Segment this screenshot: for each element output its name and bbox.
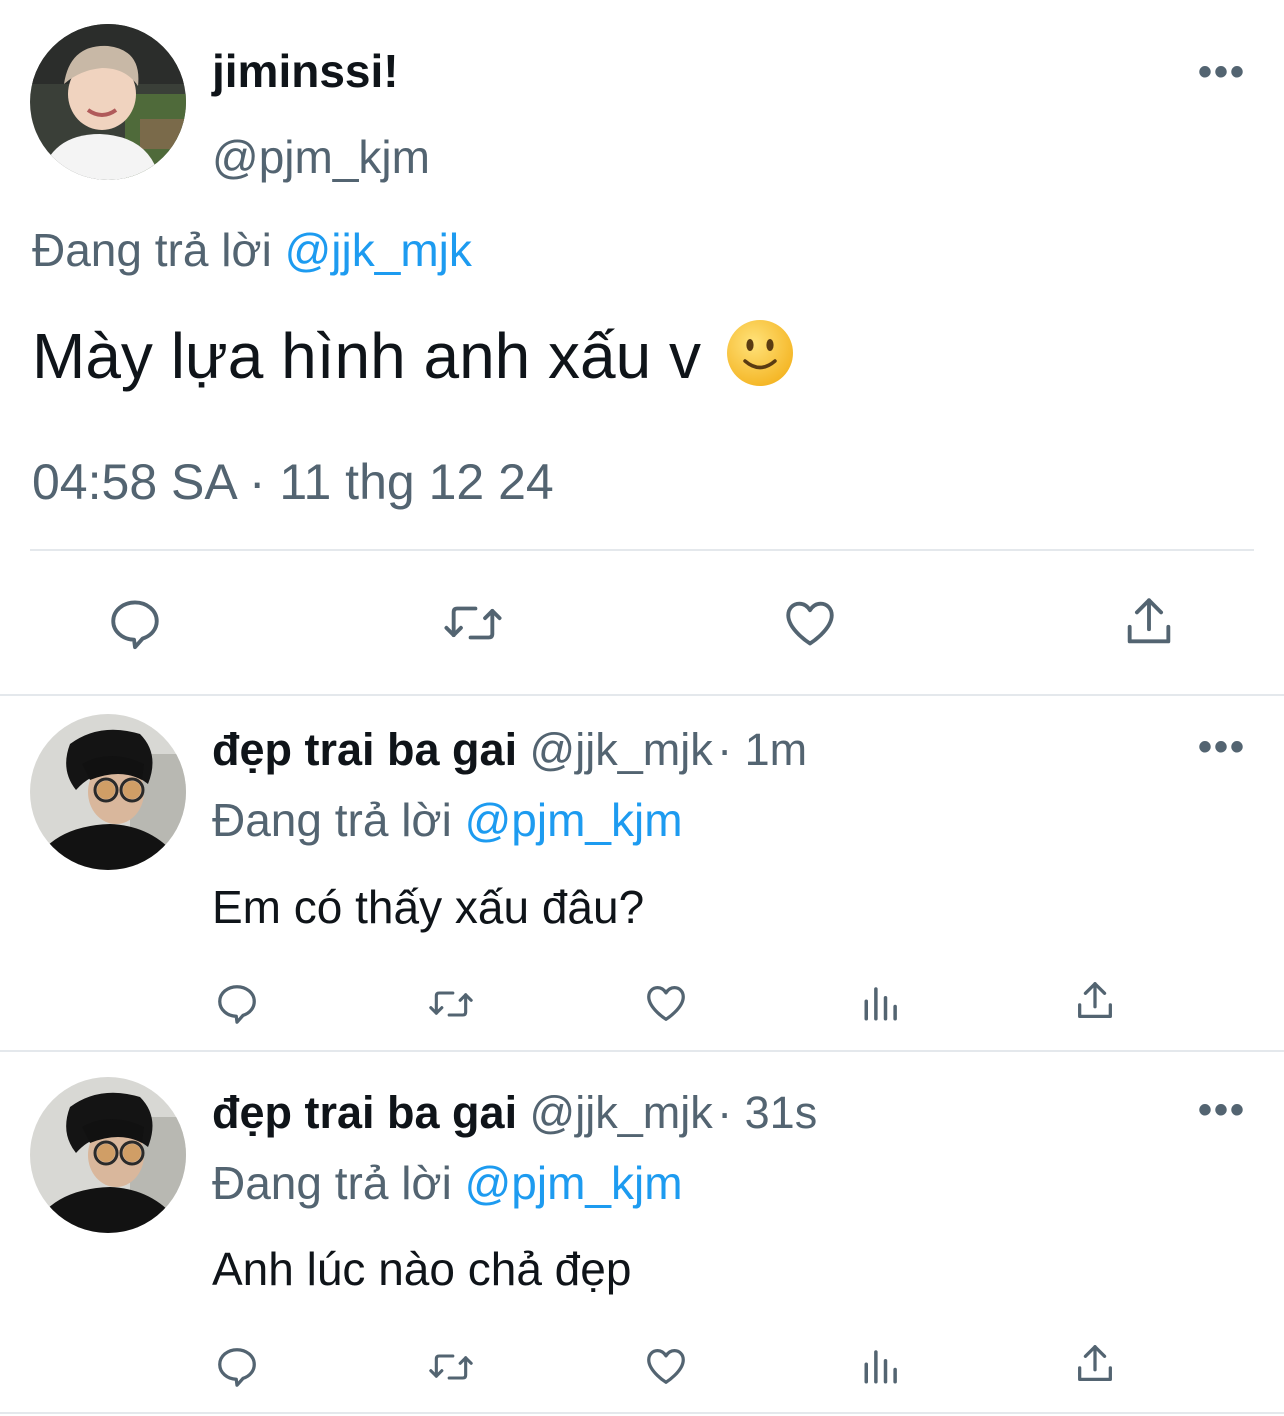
main-avatar[interactable]: [30, 24, 186, 180]
divider: [0, 1412, 1284, 1414]
retweet-icon[interactable]: [440, 594, 506, 652]
main-display-name[interactable]: jiminssi!: [212, 44, 399, 98]
reply-handle[interactable]: @jjk_mjk: [530, 724, 713, 775]
views-icon[interactable]: [860, 1345, 904, 1387]
more-options-icon[interactable]: •••: [1198, 727, 1246, 767]
main-timestamp[interactable]: 04:58 SA · 11 thg 12 24: [32, 453, 554, 511]
reply-replying-to: Đang trả lời @pjm_kjm: [212, 793, 683, 847]
reply-display-name[interactable]: đẹp trai ba gai: [212, 1087, 517, 1138]
reply-text: Em có thấy xấu đâu?: [212, 881, 645, 933]
reply-display-name[interactable]: đẹp trai ba gai: [212, 724, 517, 775]
reply-avatar[interactable]: [30, 714, 186, 870]
slightly-smiling-face-icon: [725, 318, 795, 388]
retweet-icon[interactable]: [424, 1345, 478, 1389]
divider: [0, 694, 1284, 696]
views-icon[interactable]: [860, 982, 904, 1024]
replying-prefix: Đang trả lời: [212, 794, 452, 846]
replying-mention[interactable]: @pjm_kjm: [465, 1157, 683, 1209]
main-replying-to: Đang trả lời @jjk_mjk: [32, 223, 472, 277]
tweet-text: Mày lựa hình anh xấu v: [32, 320, 701, 392]
share-icon[interactable]: [1072, 1341, 1118, 1387]
reply-icon[interactable]: [106, 594, 164, 652]
share-icon[interactable]: [1072, 978, 1118, 1024]
more-options-icon[interactable]: •••: [1198, 52, 1246, 92]
reply-avatar[interactable]: [30, 1077, 186, 1233]
divider: [30, 549, 1254, 551]
reply-icon[interactable]: [214, 980, 260, 1026]
main-handle[interactable]: @pjm_kjm: [212, 130, 430, 184]
reply-header: đẹp trai ba gai @jjk_mjk · 31s: [212, 1087, 817, 1139]
replying-mention[interactable]: @pjm_kjm: [465, 794, 683, 846]
reply-header: đẹp trai ba gai @jjk_mjk · 1m: [212, 724, 807, 776]
replying-prefix: Đang trả lời: [32, 224, 272, 276]
more-options-icon[interactable]: •••: [1198, 1090, 1246, 1130]
reply-time[interactable]: · 1m: [717, 724, 807, 775]
retweet-icon[interactable]: [424, 982, 478, 1026]
reply-icon[interactable]: [214, 1343, 260, 1389]
like-icon[interactable]: [642, 980, 690, 1026]
divider: [0, 1050, 1284, 1052]
reply-text: Anh lúc nào chả đẹp: [212, 1243, 632, 1295]
replying-mention[interactable]: @jjk_mjk: [285, 224, 472, 276]
like-icon[interactable]: [642, 1343, 690, 1389]
like-icon[interactable]: [780, 594, 840, 652]
share-icon[interactable]: [1120, 592, 1178, 652]
main-tweet-text: Mày lựa hình anh xấu v: [32, 318, 795, 393]
replying-prefix: Đang trả lời: [212, 1157, 452, 1209]
reply-handle[interactable]: @jjk_mjk: [530, 1087, 713, 1138]
reply-replying-to: Đang trả lời @pjm_kjm: [212, 1156, 683, 1210]
reply-time[interactable]: · 31s: [717, 1087, 817, 1138]
